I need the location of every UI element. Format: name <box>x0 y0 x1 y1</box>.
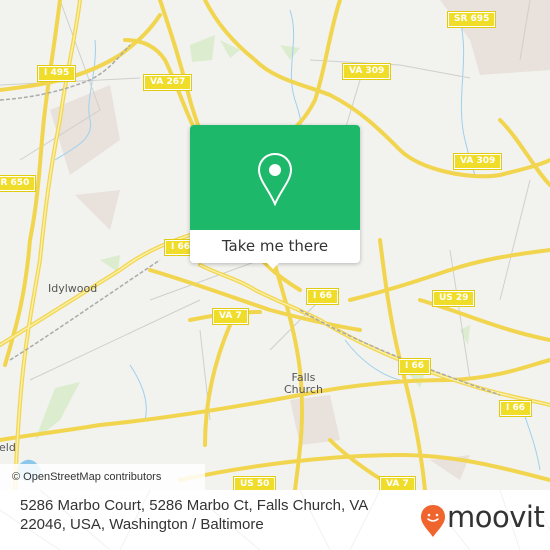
place-label-falls-church: Falls Church <box>284 371 323 396</box>
popup-pointer <box>265 261 281 269</box>
location-popup: Take me there <box>190 125 360 269</box>
moovit-pin-icon <box>421 505 445 537</box>
road-shield-sr650: SR 650 <box>0 175 37 192</box>
road-shield-va267: VA 267 <box>142 74 193 91</box>
take-me-there-button[interactable]: Take me there <box>190 230 360 263</box>
road-shield-us50: US 50 <box>232 476 277 490</box>
moovit-wordmark: moovit <box>447 500 545 534</box>
popup-header <box>190 125 360 230</box>
place-label-idylwood: Idylwood <box>48 282 98 295</box>
road-shield-va7-south: VA 7 <box>379 476 416 490</box>
map-attribution[interactable]: © OpenStreetMap contributors <box>0 464 205 490</box>
road-shield-i66-south: I 66 <box>397 358 432 375</box>
road-shield-i66-center: I 66 <box>305 288 340 305</box>
road-shield-i495: I 495 <box>36 65 77 82</box>
road-shield-us29: US 29 <box>431 290 476 307</box>
road-shield-i66-east: I 66 <box>498 400 533 417</box>
road-shield-va7-center: VA 7 <box>212 308 249 325</box>
place-label-partial: eld <box>0 441 16 454</box>
location-pin-icon <box>257 152 293 206</box>
road-shield-va309-east: VA 309 <box>452 153 503 170</box>
road-shield-va309-north: VA 309 <box>341 63 392 80</box>
address-text: 5286 Marbo Court, 5286 Marbo Ct, Falls C… <box>20 497 368 533</box>
footer: 5286 Marbo Court, 5286 Marbo Ct, Falls C… <box>0 490 550 550</box>
moovit-logo[interactable]: moovit <box>420 498 545 538</box>
road-shield-sr695: SR 695 <box>446 11 497 28</box>
